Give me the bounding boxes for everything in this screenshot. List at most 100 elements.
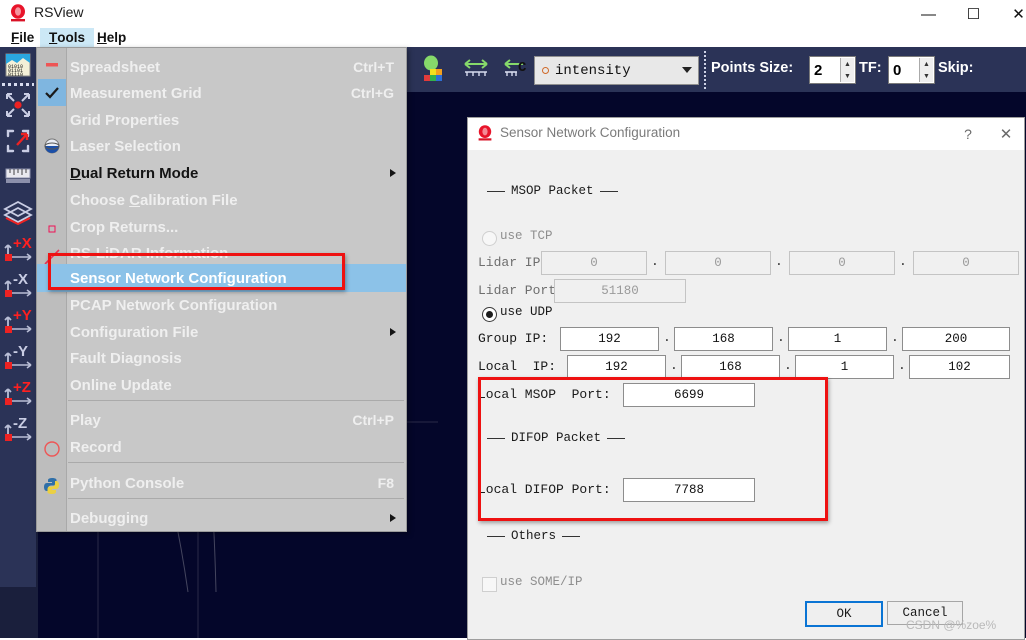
camera-axis-label-plus-y: +Y [13, 307, 32, 324]
ip-dot: . [898, 358, 906, 373]
ip-dot: . [651, 254, 659, 269]
close-button[interactable]: ✕ [996, 0, 1026, 28]
menu-item-label: Choose Calibration File [70, 191, 238, 209]
use-tcp-label: use TCP [500, 229, 553, 243]
local-ip-octet-2[interactable]: 168 [681, 355, 780, 379]
menu-item-label: Spreadsheet [70, 58, 161, 76]
menu-item-online-update[interactable]: Online Update [37, 371, 406, 399]
lidar-ip-octet-4[interactable]: 0 [913, 251, 1019, 275]
ok-button[interactable]: OK [805, 601, 883, 627]
tf-stepper[interactable]: 0 ▲ ▼ [888, 56, 935, 84]
group-ip-octet-2[interactable]: 168 [674, 327, 773, 351]
maximize-button[interactable]: ☐ [951, 0, 996, 28]
menubar-item-tools[interactable]: Tools [40, 28, 95, 47]
lidar-port-input[interactable]: 51180 [554, 279, 686, 303]
others-group-label: Others [511, 529, 557, 543]
point-data-icon [542, 67, 549, 74]
points-size-spin-arrows[interactable]: ▲ ▼ [840, 58, 854, 82]
menu-item-fault-diagnosis[interactable]: Fault Diagnosis [37, 344, 406, 372]
camera-axis-label-plus-z: +Z [13, 379, 31, 396]
menu-item-dual-return-mode[interactable]: Dual Return Mode [37, 159, 406, 187]
menu-item-label: Fault Diagnosis [70, 349, 182, 367]
rescale-range-button[interactable] [461, 54, 491, 84]
minimize-button[interactable]: — [906, 0, 951, 28]
local-ip-octet-1[interactable]: 192 [567, 355, 666, 379]
points-size-value: 2 [814, 61, 823, 79]
menu-item-label: Laser Selection [70, 137, 181, 155]
group-ip-octet-4[interactable]: 200 [902, 327, 1010, 351]
rescale-custom-range-button[interactable]: C [501, 54, 531, 84]
group-ip-octet-3[interactable]: 1 [788, 327, 887, 351]
lidar-ip-octet-3[interactable]: 0 [789, 251, 895, 275]
color-array-select[interactable]: intensity [534, 56, 699, 85]
local-ip-octet-4[interactable]: 102 [909, 355, 1010, 379]
camera-axis-label-plus-x: +X [13, 235, 32, 252]
left-tool-data-binary[interactable]: 01010 01101 01110 [0, 47, 36, 83]
points-size-stepper[interactable]: 2 ▲ ▼ [809, 56, 856, 84]
menubar-item-file[interactable]: File [2, 28, 43, 47]
layers-icon [3, 200, 33, 226]
lidar-ip-octet-1[interactable]: 0 [541, 251, 647, 275]
menu-item-spreadsheet[interactable]: Spreadsheet Ctrl+T [37, 53, 406, 81]
use-udp-radio[interactable] [482, 307, 497, 322]
left-tool-zoom-to-box[interactable] [0, 123, 36, 159]
highlight-box-sensor-network-config [48, 253, 345, 290]
menu-item-python-console[interactable]: Python Console F8 [37, 469, 406, 497]
data-binary-icon: 01010 01101 01110 [5, 53, 31, 77]
menu-item-debugging[interactable]: Debugging [37, 504, 406, 532]
ip-dot: . [670, 358, 678, 373]
msop-group-label: MSOP Packet [511, 184, 594, 198]
measurement-grid-icon [5, 168, 31, 183]
menu-item-label: Online Update [70, 376, 172, 394]
menu-item-crop-returns[interactable]: Crop Returns... [37, 213, 406, 241]
toolbar-separator [2, 83, 34, 86]
menubar: File Tools Help [0, 28, 1026, 47]
menubar-help-rest: elp [106, 30, 127, 45]
menu-item-grid-properties[interactable]: Grid Properties [37, 106, 406, 134]
tf-spin-arrows[interactable]: ▲ ▼ [919, 58, 933, 82]
menu-item-configuration-file[interactable]: Configuration File [37, 318, 406, 346]
left-tool-reset-camera[interactable] [0, 87, 36, 123]
menubar-item-help[interactable]: Help [88, 28, 135, 47]
menu-item-pcap-network-configuration[interactable]: PCAP Network Configuration [37, 291, 406, 319]
use-udp-label: use UDP [500, 305, 553, 319]
menubar-file-accel: F [11, 30, 20, 45]
left-tool-layers[interactable] [0, 195, 36, 231]
ip-dot: . [899, 254, 907, 269]
dialog-title: Sensor Network Configuration [500, 125, 681, 140]
help-icon[interactable]: ? [955, 123, 981, 145]
local-ip-octet-3[interactable]: 1 [795, 355, 894, 379]
menu-separator [68, 400, 404, 401]
others-group-title: Others [481, 529, 586, 543]
color-map-button[interactable] [419, 54, 449, 84]
menu-item-shortcut: Ctrl+T [353, 59, 394, 75]
use-tcp-radio[interactable] [482, 231, 497, 246]
ip-dot: . [775, 254, 783, 269]
menu-item-play[interactable]: Play Ctrl+P [37, 406, 406, 434]
menu-item-measurement-grid[interactable]: Measurement Grid Ctrl+G [37, 79, 406, 107]
dialog-close-icon[interactable]: ✕ [993, 123, 1019, 145]
menu-item-laser-selection[interactable]: Laser Selection [37, 132, 406, 160]
left-toolbar: 01010 01101 01110 +X -X +Y -Y +Z -Z [0, 47, 36, 587]
menu-separator [68, 498, 404, 499]
ip-dot: . [784, 358, 792, 373]
camera-axis-label-minus-x: -X [13, 271, 28, 288]
use-someip-checkbox[interactable] [482, 577, 497, 592]
group-ip-octet-1[interactable]: 192 [560, 327, 659, 351]
lidar-ip-octet-2[interactable]: 0 [665, 251, 771, 275]
menu-item-label: Crop Returns... [70, 218, 179, 236]
camera-axis-label-minus-y: -Y [13, 343, 28, 360]
ip-dot: . [663, 330, 671, 345]
local-ip-label: Local IP: [478, 359, 557, 374]
skip-label: Skip: [938, 60, 974, 76]
points-size-label: Points Size: [711, 60, 794, 76]
svg-text:C: C [518, 60, 527, 76]
menu-item-choose-calibration-file[interactable]: Choose Calibration File [37, 186, 406, 214]
menu-item-record[interactable]: Record [37, 433, 406, 461]
menu-item-label: Record [70, 438, 122, 456]
menu-item-label: Debugging [70, 509, 149, 527]
ip-dot: . [891, 330, 899, 345]
chevron-right-icon [390, 169, 396, 177]
highlight-box-port-settings [478, 377, 828, 521]
left-tool-measurement-grid[interactable] [0, 159, 36, 195]
